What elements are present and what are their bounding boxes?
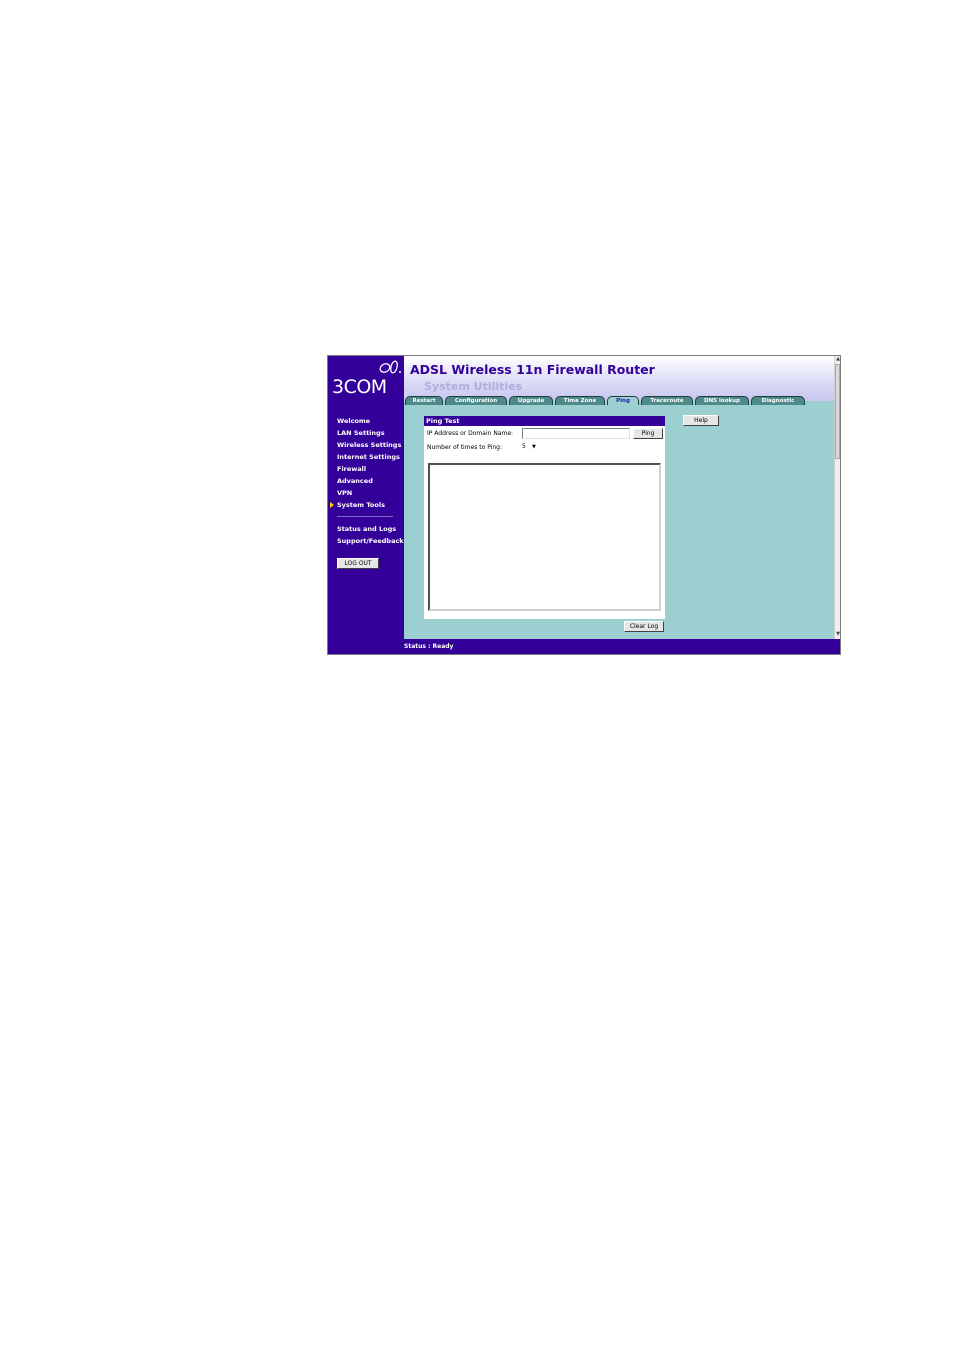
tab-bar: Restart Configuration Upgrade Time Zone … — [404, 396, 834, 406]
tab-dns-lookup[interactable]: DNS lookup — [695, 396, 749, 405]
sidebar-item-system-tools[interactable]: System Tools — [337, 501, 385, 509]
sidebar-item-lan-settings[interactable]: LAN Settings — [337, 429, 385, 437]
status-bar: Status : Ready — [328, 639, 840, 654]
ping-count-select[interactable]: 5 ▼ — [519, 442, 539, 452]
ip-address-input[interactable] — [522, 428, 630, 439]
tab-time-zone[interactable]: Time Zone — [555, 396, 605, 405]
logo: 3COM — [328, 356, 404, 404]
help-button[interactable]: Help — [683, 415, 719, 426]
sidebar-item-support-feedback[interactable]: Support/Feedback — [337, 537, 404, 545]
sidebar-item-status-and-logs[interactable]: Status and Logs — [337, 525, 396, 533]
sidebar-item-internet-settings[interactable]: Internet Settings — [337, 453, 400, 461]
ip-address-label: IP Address or Domain Name: — [427, 430, 514, 437]
page-subtitle: System Utilities — [424, 380, 523, 393]
tab-upgrade[interactable]: Upgrade — [509, 396, 553, 405]
scroll-thumb[interactable] — [835, 364, 840, 459]
scroll-down-icon[interactable]: ▼ — [835, 631, 840, 637]
active-arrow-icon — [330, 502, 334, 508]
tab-diagnostic[interactable]: Diagnostic — [751, 396, 805, 405]
ping-log-textarea[interactable] — [428, 463, 661, 611]
vertical-scrollbar[interactable]: ▲ ▼ — [834, 356, 840, 639]
header: ADSL Wireless 11n Firewall Router System… — [404, 356, 834, 401]
tab-restart[interactable]: Restart — [405, 396, 443, 405]
app-title: ADSL Wireless 11n Firewall Router — [410, 362, 655, 377]
router-admin-window: 3COM Welcome LAN Settings Wireless Setti… — [327, 355, 841, 655]
sidebar-item-welcome[interactable]: Welcome — [337, 417, 370, 425]
logo-text: 3COM — [332, 376, 387, 398]
sidebar-divider — [337, 516, 393, 517]
dropdown-arrow-icon: ▼ — [532, 444, 536, 450]
tab-traceroute[interactable]: Traceroute — [641, 396, 693, 405]
ping-count-value: 5 — [522, 443, 526, 450]
ping-test-panel: Ping Test IP Address or Domain Name: Pin… — [424, 416, 665, 619]
sidebar-item-vpn[interactable]: VPN — [337, 489, 352, 497]
scroll-up-icon[interactable]: ▲ — [835, 356, 840, 362]
logout-button[interactable]: LOG OUT — [337, 558, 379, 569]
tab-ping[interactable]: Ping — [607, 396, 639, 405]
3com-logo-mark-icon — [379, 360, 401, 374]
clear-log-button[interactable]: Clear Log — [624, 621, 664, 632]
sidebar-item-firewall[interactable]: Firewall — [337, 465, 366, 473]
sidebar-item-advanced[interactable]: Advanced — [337, 477, 373, 485]
status-text: Status : Ready — [404, 643, 454, 650]
ping-count-label: Number of times to Ping: — [427, 444, 503, 451]
panel-title: Ping Test — [424, 416, 665, 426]
sidebar-item-wireless-settings[interactable]: Wireless Settings — [337, 441, 401, 449]
tab-configuration[interactable]: Configuration — [445, 396, 507, 405]
sidebar: 3COM Welcome LAN Settings Wireless Setti… — [328, 356, 404, 654]
ping-button[interactable]: Ping — [633, 428, 663, 439]
